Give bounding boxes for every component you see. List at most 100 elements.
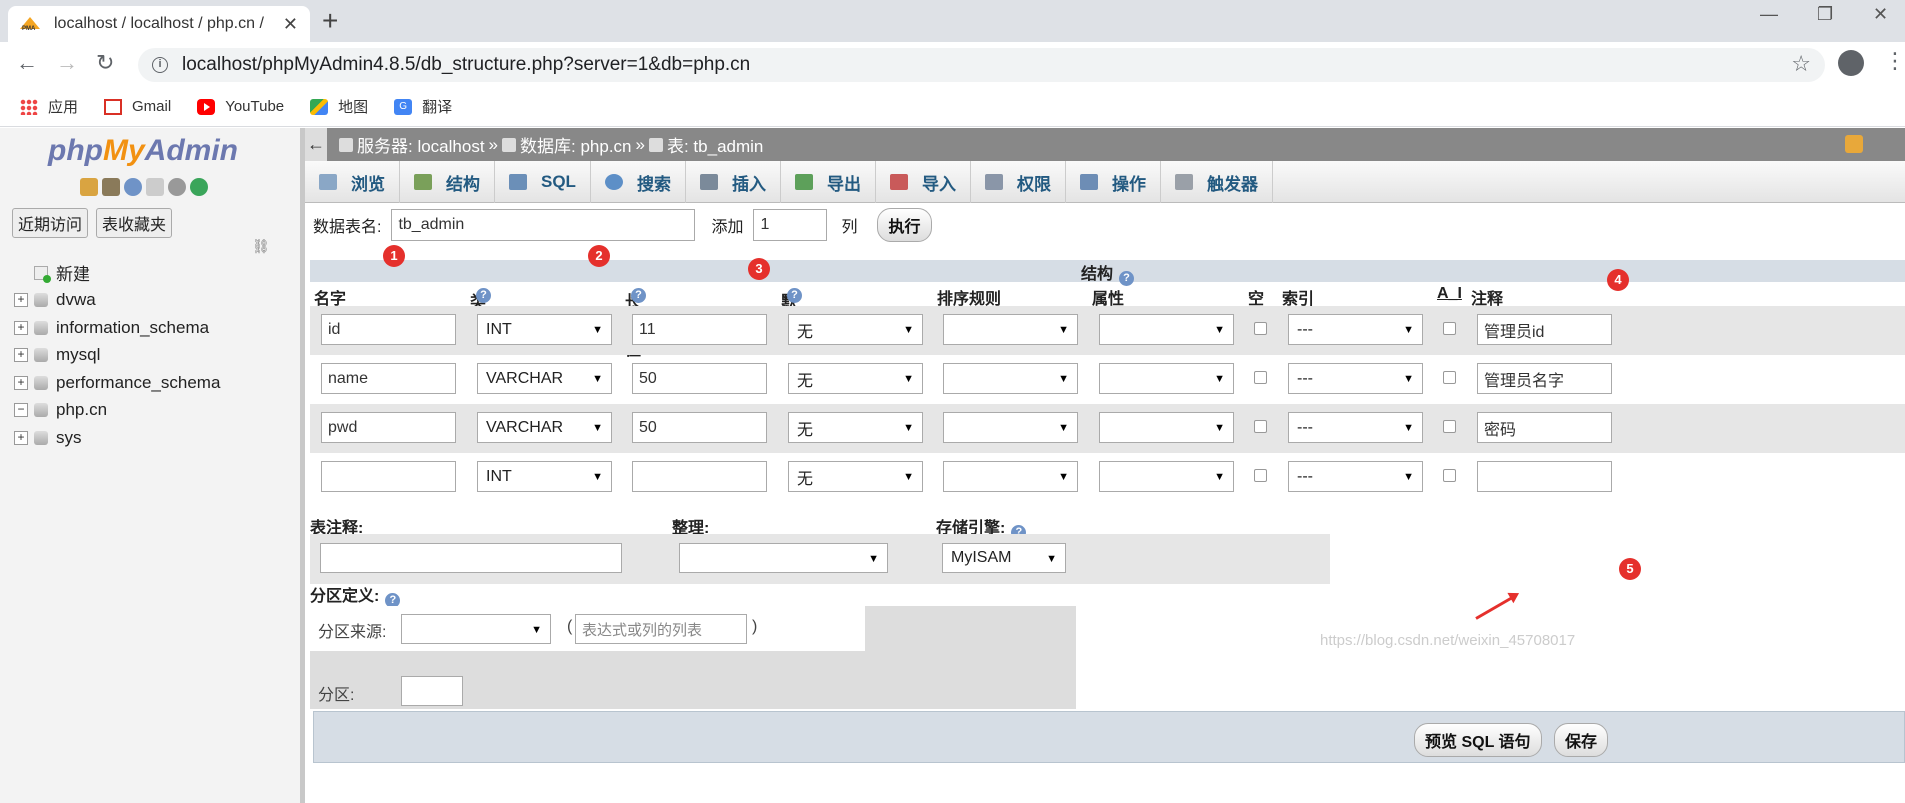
window-close-icon[interactable]: ✕ xyxy=(1873,4,1888,25)
table-name-input[interactable]: tb_admin xyxy=(391,209,696,241)
save-button[interactable]: 保存 xyxy=(1554,723,1609,757)
new-tab-icon[interactable]: + xyxy=(322,6,338,36)
tab-browse[interactable]: 浏览 xyxy=(305,161,400,203)
field-type-select[interactable]: VARCHAR ▼ xyxy=(477,412,612,443)
breadcrumb-table[interactable]: 表: tb_admin xyxy=(667,132,763,157)
field-length-input[interactable] xyxy=(632,461,767,492)
field-collation-select[interactable]: ▼ xyxy=(943,412,1078,443)
execute-button[interactable]: 执行 xyxy=(877,208,932,242)
reload-nav-icon[interactable] xyxy=(190,178,208,196)
bookmark-star-icon[interactable]: ☆ xyxy=(1791,51,1811,77)
field-comment-input[interactable]: 管理员名字 xyxy=(1477,363,1612,394)
field-default-select[interactable]: 无 ▼ xyxy=(788,314,923,345)
tab-operations[interactable]: 操作 xyxy=(1066,161,1161,203)
auto-increment-checkbox[interactable] xyxy=(1443,322,1456,335)
preview-sql-button[interactable]: 预览 SQL 语句 xyxy=(1414,723,1542,757)
tree-item-dvwa[interactable]: + dvwa xyxy=(14,287,220,315)
field-collation-select[interactable]: ▼ xyxy=(943,314,1078,345)
recent-button[interactable]: 近期访问 xyxy=(12,208,89,238)
field-type-select[interactable]: INT ▼ xyxy=(477,461,612,492)
tab-privileges[interactable]: 权限 xyxy=(971,161,1066,203)
field-name-input[interactable] xyxy=(321,461,456,492)
bookmark-maps[interactable]: 地图 xyxy=(310,96,368,117)
field-length-input[interactable]: 50 xyxy=(632,412,767,443)
add-columns-input[interactable]: 1 xyxy=(753,209,828,241)
partition-source-select[interactable]: ▼ xyxy=(401,614,551,644)
bookmark-apps[interactable]: 应用 xyxy=(20,96,78,117)
auto-increment-checkbox[interactable] xyxy=(1443,420,1456,433)
field-index-select[interactable]: --- ▼ xyxy=(1288,412,1423,443)
home-icon[interactable] xyxy=(80,178,98,196)
expand-icon[interactable]: + xyxy=(14,430,28,445)
site-info-icon[interactable]: i xyxy=(152,57,168,73)
tab-structure[interactable]: 结构 xyxy=(400,161,495,203)
tree-item-php-cn[interactable]: − php.cn xyxy=(14,397,220,425)
field-index-select[interactable]: --- ▼ xyxy=(1288,363,1423,394)
field-default-select[interactable]: 无 ▼ xyxy=(788,412,923,443)
help-icon[interactable]: ? xyxy=(787,288,802,303)
help-icon[interactable]: ? xyxy=(476,288,491,303)
null-checkbox[interactable] xyxy=(1254,420,1267,433)
bookmark-gmail[interactable]: Gmail xyxy=(104,98,171,115)
breadcrumb-database[interactable]: 数据库: php.cn xyxy=(520,132,632,157)
partition-expression-input[interactable]: 表达式或列的列表 xyxy=(575,614,747,644)
tab-search[interactable]: 搜索 xyxy=(591,161,686,203)
bookmark-youtube[interactable]: YouTube xyxy=(197,98,284,115)
field-index-select[interactable]: --- ▼ xyxy=(1288,314,1423,345)
settings-gear-icon[interactable] xyxy=(168,178,186,196)
tree-item-performance-schema[interactable]: + performance_schema xyxy=(14,369,220,397)
field-length-input[interactable]: 50 xyxy=(632,363,767,394)
table-collation-select[interactable]: ▼ xyxy=(679,543,888,573)
field-attributes-select[interactable]: ▼ xyxy=(1099,363,1234,394)
collapse-icon[interactable]: − xyxy=(14,403,28,418)
auto-increment-checkbox[interactable] xyxy=(1443,469,1456,482)
tab-insert[interactable]: 插入 xyxy=(686,161,781,203)
field-index-select[interactable]: --- ▼ xyxy=(1288,461,1423,492)
field-attributes-select[interactable]: ▼ xyxy=(1099,461,1234,492)
profile-avatar-icon[interactable] xyxy=(1838,50,1864,76)
field-attributes-select[interactable]: ▼ xyxy=(1099,412,1234,443)
field-collation-select[interactable]: ▼ xyxy=(943,363,1078,394)
tab-import[interactable]: 导入 xyxy=(876,161,971,203)
field-name-input[interactable]: pwd xyxy=(321,412,456,443)
collapse-panel-arrow-icon[interactable]: ← xyxy=(305,128,327,161)
help-icon[interactable]: ? xyxy=(631,288,646,303)
tab-close-icon[interactable]: ✕ xyxy=(283,14,298,35)
reload-icon[interactable]: ↻ xyxy=(96,50,114,76)
tree-item-new[interactable]: 新建 xyxy=(14,259,220,287)
null-checkbox[interactable] xyxy=(1254,371,1267,384)
null-checkbox[interactable] xyxy=(1254,322,1267,335)
field-comment-input[interactable] xyxy=(1477,461,1612,492)
docs-icon[interactable] xyxy=(146,178,164,196)
field-length-input[interactable]: 11 xyxy=(632,314,767,345)
help-icon[interactable] xyxy=(124,178,142,196)
tab-triggers[interactable]: 触发器 xyxy=(1161,161,1273,203)
lock-icon[interactable] xyxy=(1845,135,1863,153)
bookmark-translate[interactable]: G 翻译 xyxy=(394,96,452,117)
restore-icon[interactable]: ❐ xyxy=(1817,4,1833,25)
field-default-select[interactable]: 无 ▼ xyxy=(788,461,923,492)
field-type-select[interactable]: INT ▼ xyxy=(477,314,612,345)
tree-item-sys[interactable]: + sys xyxy=(14,424,220,452)
forward-arrow-icon[interactable]: → xyxy=(56,50,78,76)
minimize-icon[interactable]: — xyxy=(1760,4,1778,25)
favorites-button[interactable]: 表收藏夹 xyxy=(96,208,173,238)
null-checkbox[interactable] xyxy=(1254,469,1267,482)
browser-tab[interactable]: localhost / localhost / php.cn / ✕ xyxy=(8,6,310,42)
field-type-select[interactable]: VARCHAR ▼ xyxy=(477,363,612,394)
field-name-input[interactable]: name xyxy=(321,363,456,394)
field-default-select[interactable]: 无 ▼ xyxy=(788,363,923,394)
expand-icon[interactable]: + xyxy=(14,375,28,390)
field-name-input[interactable]: id xyxy=(321,314,456,345)
auto-increment-checkbox[interactable] xyxy=(1443,371,1456,384)
link-chain-icon[interactable]: ⛓ xyxy=(252,238,270,255)
field-comment-input[interactable]: 密码 xyxy=(1477,412,1612,443)
address-bar[interactable]: i localhost/phpMyAdmin4.8.5/db_structure… xyxy=(138,48,1825,82)
field-attributes-select[interactable]: ▼ xyxy=(1099,314,1234,345)
back-arrow-icon[interactable]: ← xyxy=(16,50,38,76)
field-comment-input[interactable]: 管理员id xyxy=(1477,314,1612,345)
expand-icon[interactable]: + xyxy=(14,293,28,308)
tab-sql[interactable]: SQL xyxy=(495,161,591,203)
phpmyadmin-logo[interactable]: phpMyAdmin xyxy=(48,134,238,168)
table-comment-input[interactable] xyxy=(320,543,622,573)
